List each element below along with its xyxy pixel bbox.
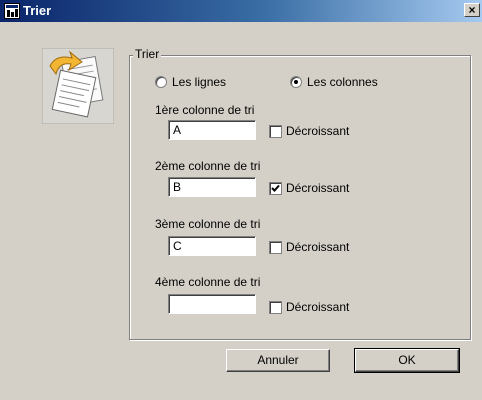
sort-document-icon: [42, 48, 114, 124]
sort-column-3-descending[interactable]: Décroissant: [269, 240, 349, 254]
sort-column-4-descending-checkbox[interactable]: [269, 300, 282, 314]
sort-column-3-descending-label: Décroissant: [286, 240, 350, 254]
radio-columns[interactable]: Les colonnes: [290, 75, 378, 89]
sort-column-4-label: 4ème colonne de tri: [155, 275, 261, 289]
radio-rows[interactable]: Les lignes: [155, 75, 226, 89]
sort-column-2-descending[interactable]: Décroissant: [269, 181, 349, 195]
cancel-button[interactable]: Annuler: [226, 349, 330, 372]
radio-columns-button[interactable]: [290, 76, 302, 88]
title-bar: Trier ×: [0, 0, 482, 22]
sort-column-2-label: 2ème colonne de tri: [155, 159, 261, 173]
sort-column-3-input[interactable]: [168, 236, 256, 256]
sort-column-4-input[interactable]: [168, 294, 256, 314]
sort-column-3-label: 3ème colonne de tri: [155, 217, 261, 231]
sort-column-1-label: 1ère colonne de tri: [155, 103, 255, 117]
sort-column-3-descending-checkbox[interactable]: [269, 240, 282, 254]
checkmark-icon: [271, 184, 280, 192]
close-icon: ×: [468, 3, 476, 17]
sort-column-2-descending-label: Décroissant: [286, 181, 350, 195]
close-button[interactable]: ×: [464, 3, 480, 17]
sort-column-1-input[interactable]: [168, 120, 256, 140]
sort-column-1-descending-label: Décroissant: [286, 124, 350, 138]
groupbox-label: Trier: [133, 47, 162, 61]
radio-columns-label: Les colonnes: [307, 75, 378, 89]
sort-column-2-descending-checkbox[interactable]: [269, 181, 282, 195]
window-title: Trier: [23, 3, 52, 18]
sort-column-4-descending-label: Décroissant: [286, 300, 350, 314]
radio-rows-label: Les lignes: [172, 75, 227, 89]
sort-column-1-descending-checkbox[interactable]: [269, 124, 282, 138]
sort-column-1-descending[interactable]: Décroissant: [269, 124, 349, 138]
ok-button[interactable]: OK: [354, 348, 460, 373]
sort-column-2-input[interactable]: [168, 177, 256, 197]
app-window-icon: [4, 3, 20, 19]
radio-rows-button[interactable]: [155, 76, 167, 88]
sort-column-4-descending[interactable]: Décroissant: [269, 300, 349, 314]
